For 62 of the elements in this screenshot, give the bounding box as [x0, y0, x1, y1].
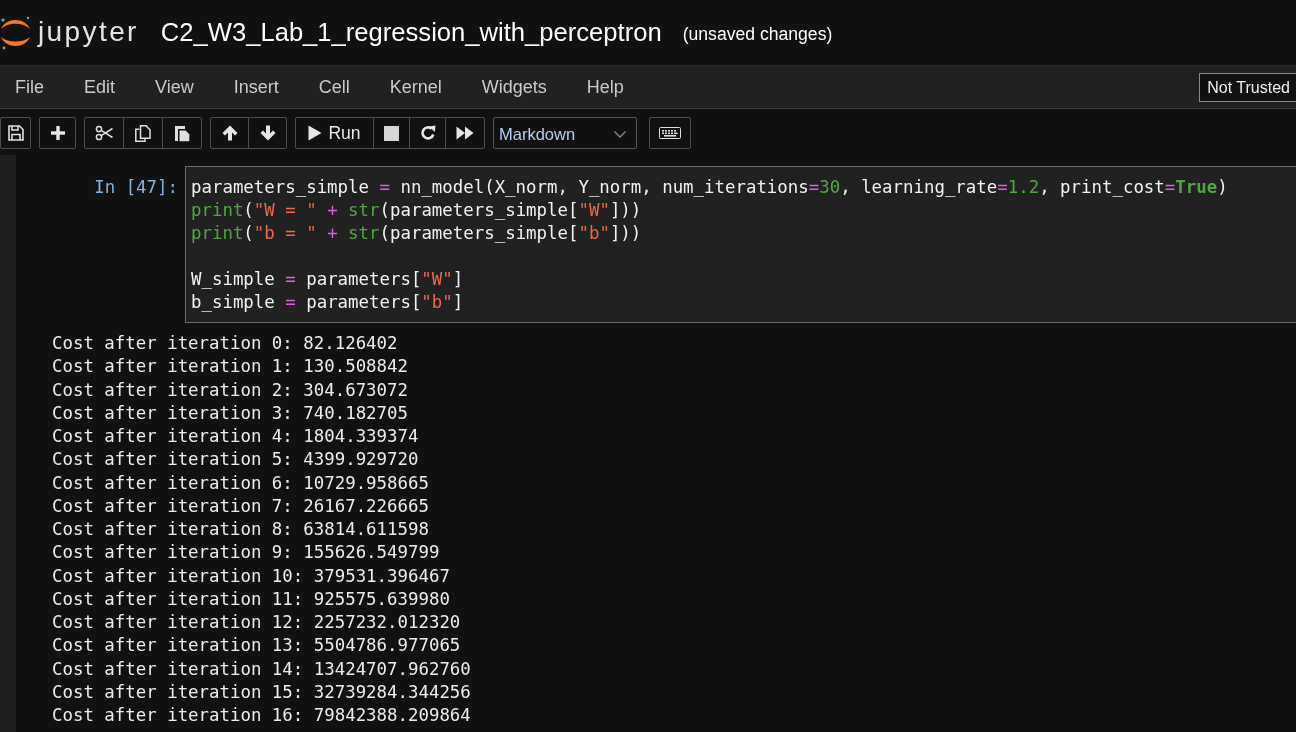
stacked-pages-icon [174, 124, 190, 142]
output-line: Cost after iteration 16: 79842388.209864 [52, 704, 471, 727]
scissors-icon [95, 125, 113, 141]
save-button[interactable] [0, 117, 31, 149]
keyboard-icon [659, 127, 681, 139]
square-icon [384, 125, 399, 141]
move-down-button[interactable] [248, 117, 287, 149]
code-line: W_simple = parameters["W"] [191, 268, 464, 291]
move-up-button[interactable] [210, 117, 249, 149]
cut-button[interactable] [84, 117, 124, 149]
code-line: print("W = " + str(parameters_simple["W"])) [191, 199, 642, 222]
menu-item[interactable]: Insert [218, 67, 294, 107]
restart-button[interactable] [409, 117, 446, 149]
copy-button[interactable] [123, 117, 163, 149]
arrow-down-icon [259, 125, 276, 141]
code-line: print("b = " + str(parameters_simple["b"])) [191, 222, 642, 245]
menu-item[interactable]: Edit [69, 67, 131, 107]
output-line: Cost after iteration 8: 63814.611598 [52, 518, 429, 541]
output-line: Cost after iteration 13: 5504786.977065 [52, 634, 461, 658]
output-line: Cost after iteration 3: 740.182705 [52, 401, 408, 425]
paste-button[interactable] [162, 117, 202, 149]
menu-item[interactable]: Widgets [466, 67, 562, 107]
menu-item[interactable]: View [140, 67, 209, 107]
output-line: Cost after iteration 4: 1804.339374 [52, 425, 419, 448]
input-prompt: In [47]: [94, 176, 178, 199]
code-line: parameters_simple = nn_model(X_norm, Y_norm, num_iterations=30, learning_rate=1.2, print_cost=True) [191, 176, 1228, 199]
logo-text: jupyter [38, 17, 139, 46]
output-line: Cost after iteration 15: 32739284.344256 [52, 680, 471, 704]
save-status-text: (unsaved changes) [682, 24, 833, 45]
code-editor[interactable] [185, 166, 1296, 323]
menu-item[interactable]: Cell [303, 67, 365, 107]
output-line: Cost after iteration 0: 82.126402 [52, 332, 398, 355]
play-icon [308, 125, 323, 141]
run-button[interactable]: Run [295, 117, 374, 149]
run-all-button[interactable] [445, 117, 485, 149]
menu-item[interactable]: Kernel [374, 67, 457, 107]
stop-button[interactable] [373, 117, 410, 149]
output-line: Cost after iteration 7: 26167.226665 [52, 494, 429, 518]
notebook-title[interactable]: C2_W3_Lab_1_regression_with_perceptron [160, 18, 662, 47]
fast-forward-icon [456, 126, 474, 140]
chevron-down-icon [614, 130, 626, 138]
copy-icon [135, 124, 151, 142]
keyboard-button[interactable] [649, 117, 691, 149]
output-line: Cost after iteration 9: 155626.549799 [52, 541, 440, 565]
plus-icon [50, 126, 65, 140]
trust-button[interactable]: Not Trusted [1199, 72, 1296, 102]
arrow-up-icon [221, 125, 238, 141]
output-line: Cost after iteration 11: 925575.639980 [52, 587, 450, 611]
circular-arrow-icon [419, 125, 436, 141]
output-line: Cost after iteration 5: 4399.929720 [52, 448, 419, 472]
output-line: Cost after iteration 6: 10729.958665 [52, 471, 429, 495]
output-line: Cost after iteration 10: 379531.396467 [52, 564, 450, 588]
output-line: Cost after iteration 1: 130.508842 [52, 355, 408, 379]
menu-item[interactable]: File [0, 67, 59, 107]
output-line: Cost after iteration 14: 13424707.962760 [52, 657, 471, 681]
output-line: Cost after iteration 2: 304.673072 [52, 378, 408, 402]
arc-logo-icon [0, 14, 31, 51]
cell-type-select[interactable]: Markdown [493, 117, 637, 149]
menu-item[interactable]: Help [571, 67, 639, 107]
insert-cell-button[interactable] [39, 117, 76, 149]
output-line: Cost after iteration 12: 2257232.012320 [52, 611, 461, 634]
code-line: b_simple = parameters["b"] [191, 291, 464, 314]
